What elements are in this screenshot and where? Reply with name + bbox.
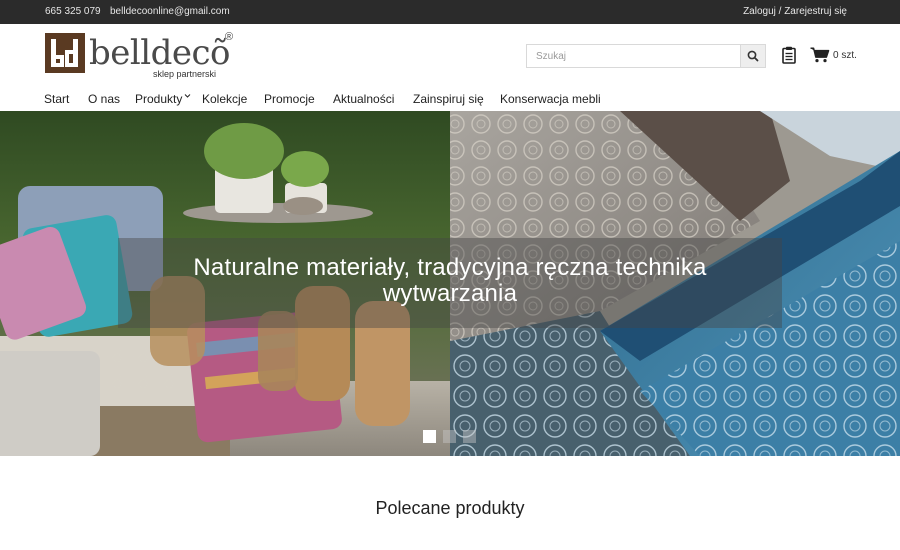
search-button[interactable] [740, 45, 765, 67]
logo-mark [45, 33, 85, 73]
nav-item-kolekcje[interactable]: Kolekcje [202, 92, 247, 106]
nav-item-konserwacja-mebli[interactable]: Konserwacja mebli [500, 92, 601, 106]
nav-item-zainspiruj-sie[interactable]: Zainspiruj się [413, 92, 484, 106]
search-icon [747, 50, 759, 62]
clipboard-icon[interactable] [782, 46, 796, 64]
nav-item-produkty-label: Produkty [135, 92, 183, 106]
phone-number[interactable]: 665 325 079 [45, 6, 101, 17]
registered-mark: ® [225, 31, 234, 43]
main-nav: Start O nas Produkty Kolekcje Promocje A… [0, 90, 900, 110]
logo-wordmark: belldecõ [89, 33, 231, 73]
nav-item-o-nas[interactable]: O nas [88, 92, 120, 106]
chevron-down-icon [185, 94, 191, 98]
hero-caption: Naturalne materiały, tradycyjna ręczna t… [118, 238, 782, 328]
slider-dot-1[interactable] [423, 430, 436, 443]
nav-item-start[interactable]: Start [44, 92, 69, 106]
search-box [526, 44, 766, 68]
hero-caption-line-1: Naturalne materiały, tradycyjna ręczna t… [193, 254, 707, 281]
cart-icon[interactable] [810, 47, 830, 63]
logo-tagline: sklep partnerski [153, 69, 217, 79]
logo[interactable]: belldecõ ® sklep partnerski [45, 31, 245, 81]
cart-count[interactable]: 0 szt. [833, 50, 857, 61]
top-bar: 665 325 079 belldecoonline@gmail.com Zal… [0, 0, 900, 24]
featured-products-title: Polecane produkty [375, 498, 525, 518]
hero-caption-line-2: wytwarzania [382, 280, 518, 307]
nav-item-produkty[interactable]: Produkty [135, 92, 191, 106]
email-link[interactable]: belldecoonline@gmail.com [110, 6, 230, 17]
nav-item-aktualnosci[interactable]: Aktualności [333, 92, 394, 106]
slider-dot-2[interactable] [443, 430, 456, 443]
login-register-link[interactable]: Zaloguj / Zarejestruj się [743, 6, 847, 17]
search-input[interactable] [527, 45, 741, 67]
slider-dot-3[interactable] [463, 430, 476, 443]
nav-item-promocje[interactable]: Promocje [264, 92, 315, 106]
hero-slider[interactable]: Naturalne materiały, tradycyjna ręczna t… [0, 111, 900, 456]
